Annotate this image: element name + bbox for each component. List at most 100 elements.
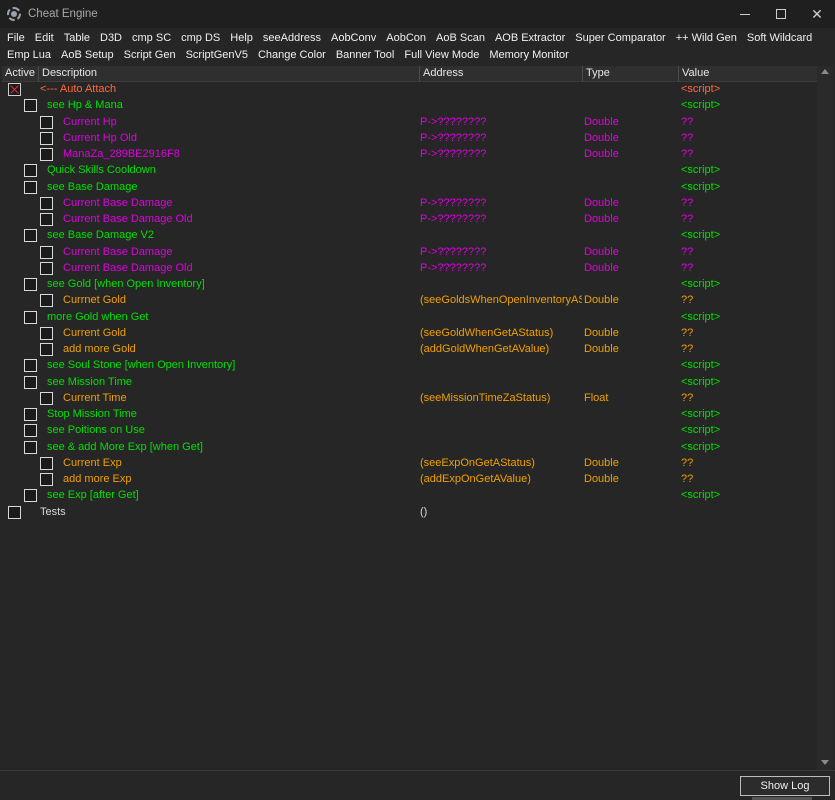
row-value[interactable]: <script> (681, 83, 720, 95)
active-checkbox[interactable] (40, 148, 53, 161)
active-checkbox[interactable] (24, 278, 37, 291)
active-checkbox[interactable] (40, 473, 53, 486)
menu-item-file[interactable]: File (3, 32, 31, 44)
row-address[interactable]: P->???????? (420, 246, 582, 258)
row-value[interactable]: ?? (681, 197, 693, 209)
active-checkbox[interactable] (40, 343, 53, 356)
row-address[interactable]: (addGoldWhenGetAValue) (420, 343, 582, 355)
menu-item-super-comparator[interactable]: Super Comparator (571, 32, 672, 44)
row-value[interactable]: <script> (681, 99, 720, 111)
row-description[interactable]: see Base Damage (47, 181, 138, 193)
row-description[interactable]: Current Base Damage (63, 197, 172, 209)
table-row[interactable]: Current Base Damage P->???????? Double?? (2, 196, 817, 212)
row-value[interactable]: ?? (681, 132, 693, 144)
row-value[interactable]: ?? (681, 343, 693, 355)
active-checkbox[interactable] (24, 99, 37, 113)
row-value[interactable]: ?? (681, 262, 693, 274)
table-row[interactable]: ManaZa_289BE2916F8 P->???????? Double?? (2, 147, 817, 163)
menu-item-help[interactable]: Help (226, 32, 259, 44)
row-description[interactable]: Current Base Damage Old (63, 262, 193, 274)
table-row[interactable]: Current Time (seeMissionTimeZaStatus) Floa… (2, 391, 817, 407)
row-type[interactable]: Double (584, 213, 619, 225)
column-header-value[interactable]: Value (679, 66, 817, 82)
row-address[interactable]: P->???????? (420, 148, 582, 160)
table-row[interactable]: Current Hp Old P->???????? Double?? (2, 131, 817, 147)
menu-item-cmp-ds[interactable]: cmp DS (177, 32, 226, 44)
table-row[interactable]: see Base Damage <script> (2, 180, 817, 196)
menu-item-emp-lua[interactable]: Emp Lua (3, 49, 57, 61)
row-description[interactable]: see Soul Stone [when Open Inventory] (47, 359, 235, 371)
row-address[interactable]: (seeGoldWhenGetAStatus) (420, 327, 582, 339)
active-checkbox[interactable] (24, 180, 37, 194)
row-type[interactable]: Double (584, 343, 619, 355)
active-checkbox[interactable] (40, 456, 53, 470)
table-row[interactable]: see Mission Time <script> (2, 375, 817, 391)
row-description[interactable]: add more Gold (63, 343, 136, 355)
table-row[interactable]: <--- Auto Attach <script> (2, 82, 817, 98)
row-address[interactable]: P->???????? (420, 132, 582, 144)
menu-item-full-view-mode[interactable]: Full View Mode (400, 49, 485, 61)
show-log-button[interactable]: Show Log (740, 776, 830, 796)
active-checkbox[interactable] (40, 196, 53, 210)
row-description[interactable]: ManaZa_289BE2916F8 (63, 148, 180, 160)
row-description[interactable]: see Base Damage V2 (47, 229, 154, 241)
menu-item-scriptgenv5[interactable]: ScriptGenV5 (182, 49, 254, 61)
column-header-active[interactable]: Active (2, 66, 39, 82)
row-type[interactable]: Double (584, 197, 619, 209)
active-checkbox[interactable] (40, 131, 53, 145)
active-checkbox[interactable] (40, 115, 53, 129)
row-type[interactable]: Double (584, 473, 619, 485)
row-type[interactable]: Double (584, 246, 619, 258)
close-button[interactable]: ✕ (799, 0, 835, 28)
active-checkbox-checked[interactable] (8, 83, 21, 96)
row-type[interactable]: Double (584, 116, 619, 128)
row-address[interactable]: P->???????? (420, 262, 582, 274)
active-checkbox[interactable] (40, 391, 53, 405)
active-checkbox[interactable] (24, 375, 37, 389)
active-checkbox[interactable] (24, 359, 37, 373)
table-row[interactable]: add more Exp (addExpOnGetAValue) Double?? (2, 472, 817, 488)
row-type[interactable]: Double (584, 294, 619, 306)
row-value[interactable]: <script> (681, 164, 720, 176)
row-type[interactable]: Double (584, 457, 619, 469)
table-row[interactable]: see Poitions on Use <script> (2, 423, 817, 439)
active-checkbox[interactable] (24, 440, 37, 454)
row-value[interactable]: ?? (681, 246, 693, 258)
table-row[interactable]: Current Base Damage P->???????? Double?? (2, 245, 817, 261)
menu-item-table[interactable]: Table (60, 32, 96, 44)
menu-item-memory-monitor[interactable]: Memory Monitor (485, 49, 574, 61)
row-description[interactable]: Currnet Gold (63, 294, 126, 306)
row-value[interactable]: ?? (681, 148, 693, 160)
table-row[interactable]: see Base Damage V2 <script> (2, 228, 817, 244)
row-description[interactable]: more Gold when Get (47, 311, 149, 323)
vertical-scrollbar[interactable] (817, 66, 833, 770)
menu-item-soft-wildcard[interactable]: Soft Wildcard (743, 32, 818, 44)
column-header-description[interactable]: Description (39, 66, 420, 82)
row-address[interactable]: (seeMissionTimeZaStatus) (420, 392, 582, 404)
row-type[interactable]: Double (584, 132, 619, 144)
row-value[interactable]: ?? (681, 457, 693, 469)
menu-item-wild-gen[interactable]: ++ Wild Gen (672, 32, 743, 44)
row-description[interactable]: Current Base Damage Old (63, 213, 193, 225)
active-checkbox[interactable] (8, 505, 21, 519)
row-description[interactable]: Current Gold (63, 327, 126, 339)
row-address[interactable]: P->???????? (420, 213, 582, 225)
row-description[interactable]: Tests (40, 506, 66, 518)
active-checkbox[interactable] (40, 261, 53, 275)
table-row[interactable]: Stop Mission Time <script> (2, 407, 817, 423)
table-row[interactable]: Current Exp (seeExpOnGetAStatus) Double?? (2, 456, 817, 472)
column-header-address[interactable]: Address (420, 66, 583, 82)
table-row[interactable]: more Gold when Get <script> (2, 310, 817, 326)
row-description[interactable]: Current Hp Old (63, 132, 137, 144)
row-value[interactable]: <script> (681, 376, 720, 388)
row-value[interactable]: <script> (681, 181, 720, 193)
row-value[interactable]: ?? (681, 392, 693, 404)
active-checkbox[interactable] (24, 489, 37, 503)
active-checkbox[interactable] (24, 408, 37, 421)
menu-item-cmp-sc[interactable]: cmp SC (128, 32, 177, 44)
row-description[interactable]: see Poitions on Use (47, 424, 145, 436)
row-description[interactable]: Quick Skills Cooldown (47, 164, 156, 176)
table-row[interactable]: Quick Skills Cooldown <script> (2, 163, 817, 179)
row-value[interactable]: <script> (681, 408, 720, 420)
row-description[interactable]: <--- Auto Attach (40, 83, 116, 95)
